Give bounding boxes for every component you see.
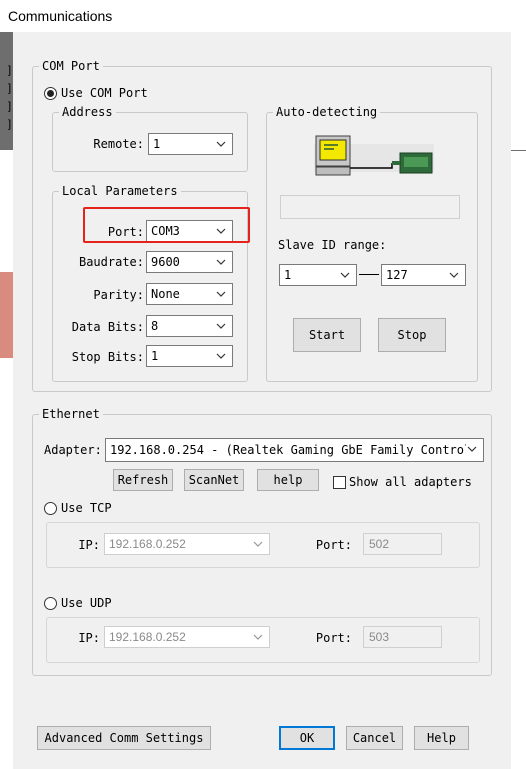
background-text-fragment: ] xyxy=(7,64,12,77)
tcp-port-label: Port: xyxy=(315,538,352,552)
tcp-ip-value: 192.168.0.252 xyxy=(109,537,186,551)
parity-select[interactable]: None xyxy=(146,283,233,305)
udp-ip-label: IP: xyxy=(78,631,100,645)
scannet-button[interactable]: ScanNet xyxy=(184,469,244,491)
chevron-down-icon xyxy=(339,265,351,285)
tcp-ip-label: IP: xyxy=(78,538,100,552)
background-window-edge xyxy=(0,272,13,358)
udp-ip-select[interactable]: 192.168.0.252 xyxy=(104,626,270,648)
stop-button[interactable]: Stop xyxy=(378,318,446,352)
baudrate-label: Baudrate: xyxy=(78,255,144,269)
local-parameters-title: Local Parameters xyxy=(62,184,178,198)
start-button[interactable]: Start xyxy=(293,318,361,352)
use-com-port-radio[interactable] xyxy=(44,87,57,100)
background-window-edge xyxy=(510,150,526,151)
chevron-down-icon xyxy=(215,134,227,154)
chevron-down-icon xyxy=(215,284,227,304)
chevron-down-icon xyxy=(466,439,478,461)
baudrate-select[interactable]: 9600 xyxy=(146,251,233,273)
chevron-down-icon xyxy=(215,252,227,272)
tcp-ip-select[interactable]: 192.168.0.252 xyxy=(104,533,270,555)
show-all-adapters-label[interactable]: Show all adapters xyxy=(349,475,472,489)
slave-id-from-value: 1 xyxy=(284,268,292,282)
advanced-comm-settings-button[interactable]: Advanced Comm Settings xyxy=(37,726,211,750)
address-title: Address xyxy=(62,105,113,119)
udp-port-label: Port: xyxy=(315,631,352,645)
stop-bits-label: Stop Bits: xyxy=(71,350,144,364)
com-port-title: COM Port xyxy=(42,59,100,73)
remote-label: Remote: xyxy=(93,137,144,151)
use-tcp-label[interactable]: Use TCP xyxy=(61,501,112,515)
data-bits-value: 8 xyxy=(151,319,159,333)
background-text-fragment: ] xyxy=(7,82,12,95)
tcp-port-field[interactable]: 502 xyxy=(363,533,442,555)
adapter-select[interactable]: 192.168.0.254 - (Realtek Gaming GbE Fami… xyxy=(105,438,484,462)
ok-button[interactable]: OK xyxy=(279,726,335,750)
refresh-button[interactable]: Refresh xyxy=(113,469,173,491)
stop-bits-select[interactable]: 1 xyxy=(146,345,233,367)
cancel-button[interactable]: Cancel xyxy=(346,726,403,750)
use-tcp-radio[interactable] xyxy=(44,502,57,515)
auto-detect-status-field xyxy=(280,195,460,219)
slave-id-to-select[interactable]: 127 xyxy=(381,264,466,286)
udp-port-field[interactable]: 503 xyxy=(363,626,442,648)
remote-select[interactable]: 1 xyxy=(148,133,233,155)
data-bits-select[interactable]: 8 xyxy=(146,315,233,337)
chevron-down-icon xyxy=(252,627,264,647)
use-udp-radio[interactable] xyxy=(44,597,57,610)
use-com-port-label[interactable]: Use COM Port xyxy=(61,86,148,100)
chevron-down-icon xyxy=(448,265,460,285)
parity-value: None xyxy=(151,287,180,301)
pc-to-device-connection-icon xyxy=(314,134,434,182)
udp-ip-value: 192.168.0.252 xyxy=(109,630,186,644)
slave-id-to-value: 127 xyxy=(386,268,408,282)
chevron-down-icon xyxy=(252,534,264,554)
show-all-adapters-checkbox[interactable] xyxy=(333,476,346,489)
use-udp-label[interactable]: Use UDP xyxy=(61,596,112,610)
title-bar[interactable]: Communications xyxy=(0,0,526,32)
chevron-down-icon xyxy=(215,316,227,336)
background-text-fragment: ] xyxy=(7,100,12,113)
background-text-fragment: ] xyxy=(7,118,12,131)
help-button[interactable]: Help xyxy=(414,726,469,750)
adapter-label: Adapter: xyxy=(44,443,102,457)
slave-id-from-select[interactable]: 1 xyxy=(279,264,357,286)
port-highlight-box xyxy=(83,207,250,243)
adapter-value: 192.168.0.254 - (Realtek Gaming GbE Fami… xyxy=(110,443,479,457)
range-dash xyxy=(359,274,379,275)
window-title: Communications xyxy=(8,8,113,24)
parity-label: Parity: xyxy=(93,288,144,302)
stop-bits-value: 1 xyxy=(151,349,159,363)
remote-value: 1 xyxy=(153,137,161,151)
baudrate-value: 9600 xyxy=(151,255,180,269)
help-small-button[interactable]: help xyxy=(257,469,319,491)
auto-detecting-title: Auto-detecting xyxy=(276,105,378,119)
slave-id-range-label: Slave ID range: xyxy=(278,238,387,252)
ethernet-title: Ethernet xyxy=(42,407,100,421)
chevron-down-icon xyxy=(215,346,227,366)
data-bits-label: Data Bits: xyxy=(71,320,144,334)
